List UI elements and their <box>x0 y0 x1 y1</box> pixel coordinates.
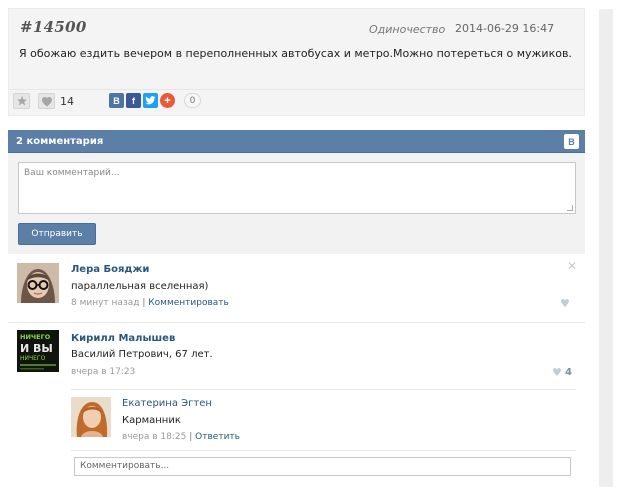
favorite-button[interactable] <box>13 93 30 109</box>
avatar-text: НИЧЕГО <box>20 333 51 341</box>
reply-text: Карманник <box>122 415 181 426</box>
share-twitter-button[interactable] <box>143 93 158 108</box>
avatar-text: И ВЫ <box>20 342 53 355</box>
comments-title: 2 комментария <box>16 136 104 147</box>
comment-placeholder: Ваш комментарий... <box>24 168 120 178</box>
twitter-icon <box>145 96 156 105</box>
comment-text: Василий Петрович, 67 лет. <box>71 349 213 360</box>
post-category[interactable]: Одиночество <box>369 23 445 36</box>
reply-time[interactable]: вчера в 18:25 <box>122 432 186 442</box>
comment-time[interactable]: 8 минут назад <box>71 298 139 308</box>
comment-textarea[interactable]: Ваш комментарий... <box>18 162 576 214</box>
star-icon <box>16 96 27 106</box>
post-number[interactable]: #14500 <box>20 18 87 36</box>
share-vk-button[interactable]: В <box>109 93 124 108</box>
close-icon[interactable]: ✕ <box>567 259 577 273</box>
avatar-photo <box>71 397 111 437</box>
post-text: Я обожаю ездить вечером в переполненных … <box>19 47 572 60</box>
reply-author[interactable]: Екатерина Эгтен <box>122 398 212 409</box>
avatar[interactable] <box>71 397 111 437</box>
avatar-text: НИЧЕГО <box>20 355 46 362</box>
like-button[interactable] <box>38 93 55 109</box>
divider <box>71 450 576 451</box>
facebook-icon: f <box>132 95 135 106</box>
divider <box>9 89 584 90</box>
meta-separator: | <box>142 298 146 308</box>
reply-placeholder: Комментировать... <box>80 461 170 471</box>
vk-icon: В <box>113 95 120 106</box>
plus-icon: + <box>164 94 171 107</box>
post-date: 2014-06-29 16:47 <box>455 22 555 35</box>
like-count: 4 <box>565 367 572 378</box>
heart-icon <box>41 96 52 106</box>
reply-link[interactable]: Ответить <box>195 432 240 442</box>
avatar-photo: НИЧЕГО И ВЫ НИЧЕГО <box>17 330 59 372</box>
comment-author[interactable]: Лера Бояджи <box>71 264 149 275</box>
share-facebook-button[interactable]: f <box>126 93 141 108</box>
reply-input[interactable]: Комментировать... <box>74 457 571 476</box>
reply-meta: вчера в 18:25 | Ответить <box>122 432 240 442</box>
heart-icon[interactable]: ♥ <box>552 366 562 379</box>
comment-reply-link[interactable]: Комментировать <box>148 298 229 308</box>
share-more-button[interactable]: + <box>160 93 175 108</box>
avatar-photo <box>17 263 59 303</box>
comment-text: параллельная вселенная) <box>71 281 209 292</box>
comments-block: 2 комментария В Ваш комментарий... Отпра… <box>8 130 585 254</box>
comments-header: 2 комментария В <box>8 130 585 153</box>
share-count: 0 <box>184 93 201 108</box>
vote-count: 14 <box>60 95 74 108</box>
divider <box>8 322 585 323</box>
scrollbar[interactable] <box>599 9 613 487</box>
divider <box>71 389 576 390</box>
avatar[interactable] <box>17 263 59 303</box>
submit-button[interactable]: Отправить <box>18 223 96 245</box>
comment-author[interactable]: Кирилл Малышев <box>71 333 175 344</box>
avatar[interactable]: НИЧЕГО И ВЫ НИЧЕГО <box>17 330 59 372</box>
comment-time[interactable]: вчера в 17:23 <box>71 367 135 377</box>
heart-icon[interactable]: ♥ <box>560 297 570 310</box>
post-card: #14500 Одиночество 2014-06-29 16:47 Я об… <box>8 8 585 116</box>
resize-handle-icon[interactable] <box>567 205 573 211</box>
vk-logo-icon[interactable]: В <box>564 134 579 149</box>
meta-separator: | <box>189 432 193 442</box>
comment-meta: 8 минут назад | Комментировать <box>71 298 229 308</box>
